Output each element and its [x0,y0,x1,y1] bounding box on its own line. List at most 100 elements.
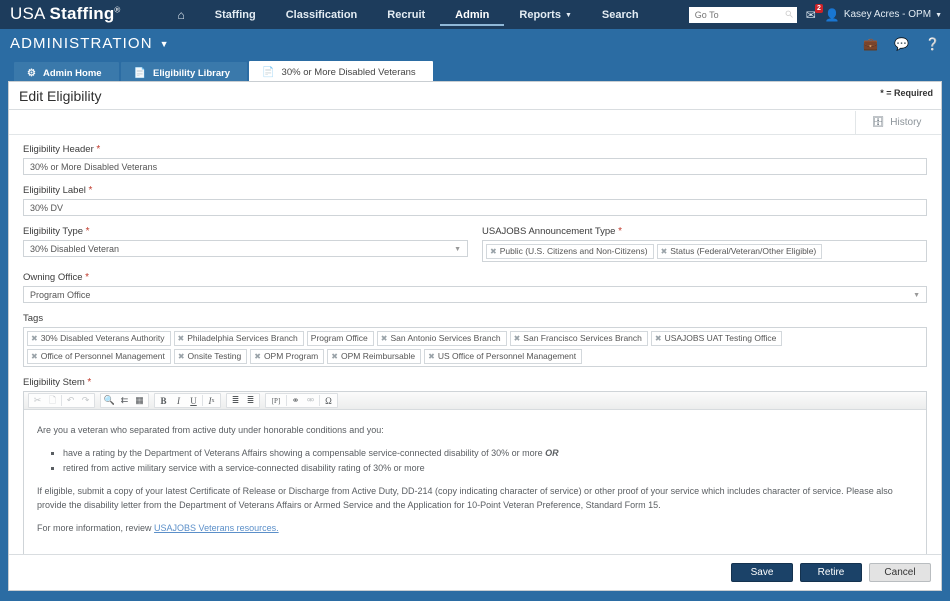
tag-token[interactable]: ✖ San Antonio Services Branch [376,331,507,346]
administration-menu[interactable]: ADMINISTRATION ▼ [10,35,170,52]
required-asterisk: * [88,185,93,196]
tag-label: Onsite Testing [187,351,242,361]
label-tags: Tags [23,313,927,324]
label-text: Tags [23,313,44,324]
gear-icon: ⚙ [27,67,36,79]
bullet-text: retired from active military service wit… [63,462,425,473]
tab-label: Eligibility Library [153,67,231,79]
bulleted-list-icon[interactable]: ≣ [243,394,258,407]
tag-token[interactable]: ✖ USAJOBS UAT Testing Office [650,331,783,346]
select-eligibility-type[interactable]: 30% Disabled Veteran ▼ [23,240,468,257]
editor-content[interactable]: Are you a veteran who separated from act… [24,410,926,570]
tag-token[interactable]: ✖ 30% Disabled Veterans Authority [27,331,171,346]
replace-icon[interactable]: ⇇ [117,394,132,407]
search-input[interactable] [688,6,797,23]
token[interactable]: ✖ Status (Federal/Veteran/Other Eligible… [656,244,823,259]
remove-icon[interactable]: ✖ [490,246,497,257]
tag-token[interactable]: ✖ Onsite Testing [173,349,248,364]
tag-label: Program Office [310,333,368,343]
nav-item-staffing[interactable]: Staffing [200,3,271,27]
tag-token[interactable]: Program Office [306,331,374,346]
tag-token[interactable]: ✖ San Francisco Services Branch [509,331,648,346]
toolbar-divider [286,395,287,406]
toolbar-group-find: 🔍 ⇇ ▦ [100,393,149,408]
nav-label: Reports [519,8,561,21]
copy-icon[interactable]: 🗋 [45,394,60,407]
cut-icon[interactable]: ✂ [30,394,45,407]
message-count-badge: 2 [814,3,823,13]
paste-plain-text-icon[interactable]: [P] [267,394,285,407]
remove-icon[interactable]: ✖ [655,333,662,344]
section-header-icons: 💼 💬 ❔ [863,29,940,58]
bold-icon[interactable]: B [156,394,171,407]
cancel-button[interactable]: Cancel [869,563,931,582]
stem-paragraph: If eligible, submit a copy of your lates… [37,485,893,510]
numbered-list-icon[interactable]: ≣ [228,394,243,407]
italic-icon[interactable]: I [171,394,186,407]
remove-icon[interactable]: ✖ [331,351,338,362]
briefcase-icon[interactable]: 💼 [863,37,878,51]
nav-item-admin[interactable]: Admin [440,3,505,26]
token-field-announcement-type[interactable]: ✖ Public (U.S. Citizens and Non-Citizens… [482,240,927,262]
underline-icon[interactable]: U [186,394,201,407]
history-button[interactable]: 🗄 History [855,110,937,134]
remove-icon[interactable]: ✖ [661,246,668,257]
input-eligibility-label[interactable]: 30% DV [23,199,927,216]
messages-button[interactable]: ✉ 2 [806,3,823,22]
unlink-icon[interactable]: ⚮ [303,394,318,407]
row-type-and-announcement: Eligibility Type * 30% Disabled Veteran … [23,226,927,262]
find-icon[interactable]: 🔍 [102,394,117,407]
account-menu[interactable]: 👤 Kasey Acres - OPM ▼ [825,8,942,22]
tag-label: US Office of Personnel Management [437,351,577,361]
nav-label: Classification [285,8,358,21]
save-button[interactable]: Save [731,563,793,582]
home-icon: ⌂ [177,7,185,22]
document-icon: 📄 [262,67,275,78]
form-actions: Save Retire Cancel [9,554,941,590]
label-eligibility-stem: Eligibility Stem * [23,377,927,388]
nav-label: Recruit [387,8,426,21]
input-eligibility-header[interactable]: 30% or More Disabled Veterans [23,158,927,175]
select-all-icon[interactable]: ▦ [132,394,147,407]
select-owning-office[interactable]: Program Office ▼ [23,286,927,303]
token-label: Status (Federal/Veteran/Other Eligible) [670,246,817,256]
undo-icon[interactable]: ↶ [63,394,78,407]
tag-token[interactable]: ✖ OPM Reimbursable [327,349,422,364]
user-icon: 👤 [824,7,840,22]
required-asterisk: * [618,226,622,237]
remove-icon[interactable]: ✖ [31,351,38,362]
remove-icon[interactable]: ✖ [514,333,521,344]
retire-button[interactable]: Retire [800,563,862,582]
tag-token[interactable]: ✖ Office of Personnel Management [27,349,171,364]
stem-bullet-list: have a rating by the Department of Veter… [37,447,913,476]
redo-icon[interactable]: ↷ [78,394,93,407]
remove-icon[interactable]: ✖ [178,351,185,362]
link-icon[interactable]: ⚭ [288,394,303,407]
label-text: Owning Office [23,272,83,283]
tag-token[interactable]: ✖ OPM Program [250,349,325,364]
usajobs-veterans-resources-link[interactable]: USAJOBS Veterans resources. [154,523,279,533]
tab-label: 30% or More Disabled Veterans [281,67,416,78]
tag-token[interactable]: ✖ Philadelphia Services Branch [173,331,304,346]
stem-bullet: have a rating by the Department of Veter… [63,447,913,461]
tag-label: San Antonio Services Branch [390,333,501,343]
remove-icon[interactable]: ✖ [254,351,261,362]
nav-item-recruit[interactable]: Recruit [372,3,440,27]
nav-item-classification[interactable]: Classification [271,3,373,27]
token[interactable]: ✖ Public (U.S. Citizens and Non-Citizens… [486,244,654,259]
special-character-icon[interactable]: Ω [321,394,336,407]
remove-icon[interactable]: ✖ [31,333,38,344]
remove-icon[interactable]: ✖ [178,333,185,344]
nav-item-reports[interactable]: Reports ▼ [504,3,587,27]
token-field-tags[interactable]: ✖ 30% Disabled Veterans Authority ✖ Philad… [23,327,927,367]
nav-item-search[interactable]: Search [587,3,654,27]
help-icon[interactable]: ❔ [925,37,940,51]
nav-home[interactable]: ⌂ [163,2,200,28]
tag-token[interactable]: ✖ US Office of Personnel Management [424,349,583,364]
application-window: USA Staffing® ⌂ Staffing Classification … [0,0,950,601]
remove-icon[interactable]: ✖ [381,333,388,344]
remove-format-icon[interactable]: Ix [204,394,219,407]
toolbar-divider [319,395,320,406]
chat-icon[interactable]: 💬 [894,37,909,51]
remove-icon[interactable]: ✖ [428,351,435,362]
